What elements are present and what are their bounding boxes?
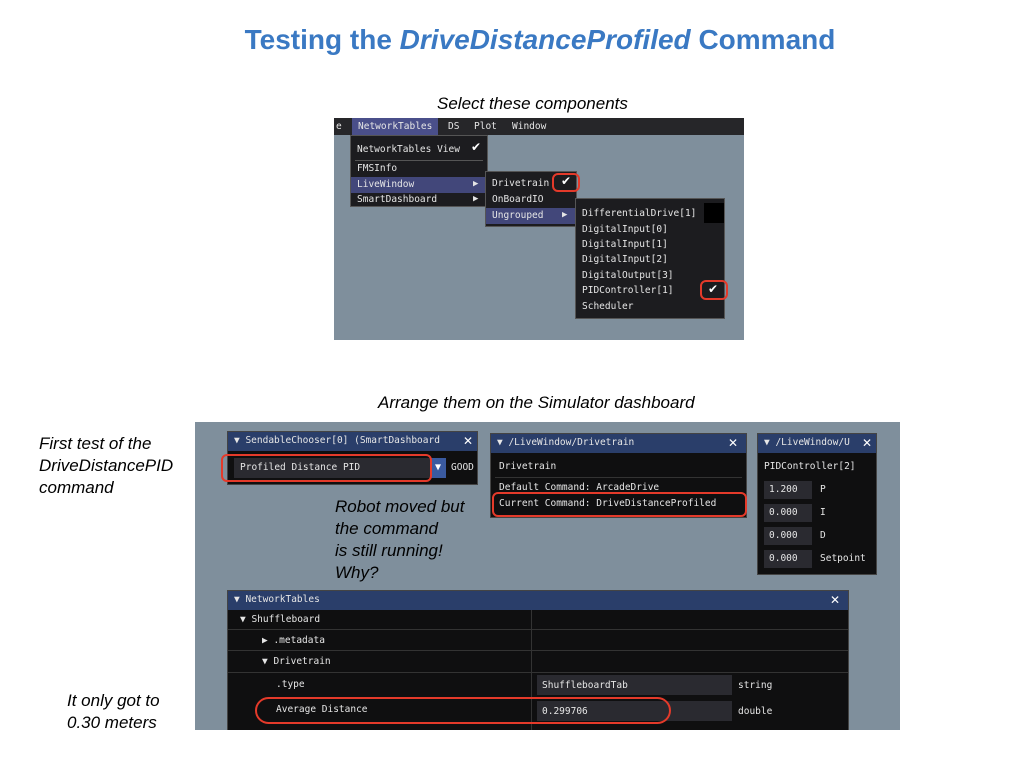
close-icon[interactable]: ✕ bbox=[463, 434, 473, 448]
type-value-field[interactable]: ShuffleboardTab bbox=[537, 675, 732, 695]
menu-item-scheduler[interactable]: Scheduler bbox=[582, 301, 633, 312]
chooser-status: GOOD bbox=[451, 462, 474, 473]
pid-setpoint-field[interactable]: 0.000 bbox=[764, 550, 812, 568]
drivetrain-name: Drivetrain bbox=[499, 461, 557, 472]
pid-setpoint-label: Setpoint bbox=[820, 553, 866, 564]
slide-title: Testing the DriveDistanceProfiled Comman… bbox=[244, 24, 836, 55]
divider bbox=[495, 477, 742, 478]
pid-titlebar: ▼ /LiveWindow/U ✕ bbox=[758, 434, 876, 453]
row-divider bbox=[228, 672, 848, 673]
menu-item-onboardio[interactable]: OnBoardIO bbox=[492, 194, 543, 205]
networktables-dropdown: NetworkTables View ✔ FMSInfo LiveWindow … bbox=[350, 135, 488, 207]
submenu-arrow-icon: ▶ bbox=[562, 210, 568, 220]
highlight-current-command bbox=[492, 492, 747, 517]
unchecked-box[interactable] bbox=[704, 203, 724, 223]
pid-i-field[interactable]: 0.000 bbox=[764, 504, 812, 522]
menu-item-livewindow[interactable]: LiveWindow bbox=[351, 177, 487, 193]
menu-ds[interactable]: DS bbox=[448, 121, 459, 132]
chooser-title: SendableChooser[0] (SmartDashboard bbox=[245, 435, 440, 446]
collapse-icon[interactable]: ▼ bbox=[234, 435, 245, 446]
avg-distance-kind: double bbox=[738, 706, 773, 717]
tree-metadata[interactable]: ▶ .metadata bbox=[262, 635, 325, 646]
drivetrain-title: /LiveWindow/Drivetrain bbox=[508, 437, 635, 448]
menu-item-digitalinput-0[interactable]: DigitalInput[0] bbox=[582, 224, 668, 235]
tree-shuffleboard[interactable]: ▼ Shuffleboard bbox=[240, 614, 320, 625]
ungrouped-submenu: DifferentialDrive[1] DigitalInput[0] Dig… bbox=[575, 198, 725, 319]
note-only-got: It only got to 0.30 meters bbox=[67, 691, 160, 732]
pid-name: PIDController[2] bbox=[764, 461, 856, 472]
dashboard-screenshot: ▼ SendableChooser[0] (SmartDashboard ✕ P… bbox=[195, 422, 900, 730]
menu-bar: e NetworkTables DS Plot Window bbox=[334, 118, 744, 135]
close-icon[interactable]: ✕ bbox=[728, 436, 738, 450]
caption-arrange: Arrange them on the Simulator dashboard bbox=[378, 393, 695, 412]
menu-separator bbox=[355, 160, 483, 161]
drivetrain-titlebar: ▼ /LiveWindow/Drivetrain ✕ bbox=[491, 434, 746, 453]
pid-title: /LiveWindow/U bbox=[775, 437, 850, 448]
pid-i-label: I bbox=[820, 507, 826, 518]
chooser-titlebar: ▼ SendableChooser[0] (SmartDashboard ✕ bbox=[228, 432, 477, 451]
row-divider bbox=[228, 629, 848, 630]
highlight-pidcontroller-check bbox=[700, 280, 728, 300]
menu-item-differentialdrive[interactable]: DifferentialDrive[1] bbox=[582, 208, 696, 219]
close-icon[interactable]: ✕ bbox=[862, 436, 872, 450]
type-key: .type bbox=[276, 679, 305, 690]
pid-p-label: P bbox=[820, 484, 826, 495]
menu-item-digitalinput-2[interactable]: DigitalInput[2] bbox=[582, 254, 668, 265]
menu-item-smartdashboard[interactable]: SmartDashboard bbox=[357, 194, 437, 205]
menu-file-partial[interactable]: e bbox=[336, 121, 342, 132]
menu-plot[interactable]: Plot bbox=[474, 121, 497, 132]
pid-d-label: D bbox=[820, 530, 826, 541]
menu-screenshot: e NetworkTables DS Plot Window NetworkTa… bbox=[334, 118, 744, 340]
pid-window: ▼ /LiveWindow/U ✕ PIDController[2] 1.200… bbox=[757, 433, 877, 575]
menu-item-pidcontroller-1[interactable]: PIDController[1] bbox=[582, 285, 674, 296]
caption-select: Select these components bbox=[437, 94, 628, 113]
menu-item-digitaloutput-3[interactable]: DigitalOutput[3] bbox=[582, 270, 674, 281]
menu-item-networktables-view[interactable]: NetworkTables View bbox=[357, 144, 460, 155]
networktables-titlebar: ▼ NetworkTables ✕ bbox=[228, 591, 848, 610]
submenu-arrow-icon: ▶ bbox=[473, 179, 479, 189]
tree-drivetrain[interactable]: ▼ Drivetrain bbox=[262, 656, 331, 667]
pid-d-field[interactable]: 0.000 bbox=[764, 527, 812, 545]
menu-item-digitalinput-1[interactable]: DigitalInput[1] bbox=[582, 239, 668, 250]
highlight-average-distance bbox=[255, 697, 671, 724]
highlight-drivetrain-check bbox=[552, 173, 580, 192]
menu-window[interactable]: Window bbox=[512, 121, 546, 132]
check-icon: ✔ bbox=[471, 140, 482, 154]
type-kind: string bbox=[738, 680, 773, 691]
close-icon[interactable]: ✕ bbox=[830, 593, 840, 607]
chevron-down-icon[interactable]: ▼ bbox=[430, 458, 446, 478]
menu-networktables[interactable]: NetworkTables bbox=[352, 118, 438, 135]
collapse-icon[interactable]: ▼ bbox=[497, 437, 508, 448]
menu-item-drivetrain[interactable]: Drivetrain bbox=[492, 178, 549, 189]
networktables-title: NetworkTables bbox=[245, 594, 320, 605]
pid-p-field[interactable]: 1.200 bbox=[764, 481, 812, 499]
note-robot-moved: Robot moved but the command is still run… bbox=[335, 497, 465, 582]
collapse-icon[interactable]: ▼ bbox=[234, 594, 245, 605]
submenu-arrow-icon: ▶ bbox=[473, 194, 479, 204]
menu-item-fmsinfo[interactable]: FMSInfo bbox=[357, 163, 397, 174]
collapse-icon[interactable]: ▼ bbox=[764, 437, 775, 448]
note-first-test: First test of the DriveDistancePID comma… bbox=[39, 434, 174, 497]
row-divider bbox=[228, 650, 848, 651]
highlight-chooser bbox=[221, 454, 432, 482]
